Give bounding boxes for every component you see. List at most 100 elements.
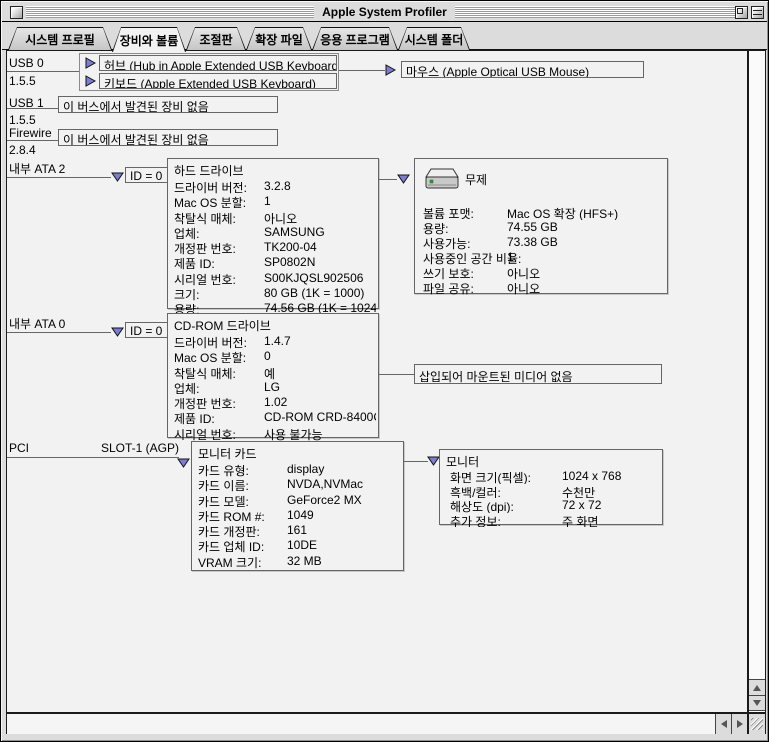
monitor-card-panel: 모니터 카드 카드 유형:display 카드 이름:NVDA,NVMac 카드… (191, 441, 404, 571)
monitor-panel: 모니터 화면 크기(픽셀):1024 x 768 흑백/컬러:수천만 해상도 (… (439, 449, 663, 525)
info-row: 크기:80 GB (1K = 1000) (174, 286, 376, 301)
info-row: Mac OS 분할:0 (174, 349, 376, 364)
title-bar[interactable]: Apple System Profiler (2, 2, 767, 22)
connector-line (7, 457, 179, 458)
arrow-right-icon (737, 720, 743, 728)
info-row: 시리얼 번호:S00KJQSL902506 (174, 271, 376, 286)
info-row: 화면 크기(픽셀):1024 x 768 (450, 469, 660, 484)
volume-name[interactable]: 무제 (465, 171, 487, 188)
resize-grip-icon (751, 718, 763, 730)
tab-extensions[interactable]: 확장 파일 (246, 27, 312, 50)
info-row: 사용가능:73.38 GB (423, 235, 665, 250)
zoom-icon (737, 8, 743, 14)
arrow-up-icon (753, 685, 761, 691)
disclosure-down-icon[interactable] (397, 174, 410, 184)
window-title: Apple System Profiler (314, 5, 455, 19)
info-row: 파일 공유:아니오 (423, 280, 665, 295)
disclosure-right-icon[interactable] (85, 57, 96, 69)
connector-line (7, 108, 58, 109)
info-row: 업체:LG (174, 380, 376, 395)
info-row: VRAM 크기:32 MB (198, 554, 401, 569)
tab-system-folders[interactable]: 시스템 폴더 (398, 27, 470, 50)
device-box-hub[interactable]: 허브 (Hub in Apple Extended USB Keyboard) (99, 55, 337, 71)
device-box-mouse[interactable]: 마우스 (Apple Optical USB Mouse) (401, 61, 644, 78)
bus-label-ata0: 내부 ATA 0 (9, 315, 65, 332)
scroll-right-button[interactable] (731, 714, 747, 734)
panel-title: CD-ROM 드라이브 (174, 317, 271, 334)
disclosure-right-icon[interactable] (385, 64, 396, 76)
info-row: 착탈식 매체:아니오 (174, 210, 376, 225)
tab-control-panels[interactable]: 조절판 (186, 27, 246, 50)
scroll-up-button[interactable] (749, 679, 765, 695)
no-media-box: 삽입되어 마운트된 미디어 없음 (414, 364, 662, 384)
info-row: 업체:SAMSUNG (174, 225, 376, 240)
info-row: 드라이버 버전:1.4.7 (174, 334, 376, 349)
tab-devices-volumes[interactable]: 장비와 볼륨 (112, 27, 186, 52)
usb0-device-group: 허브 (Hub in Apple Extended USB Keyboard) … (79, 53, 339, 91)
connector-line (7, 177, 111, 178)
panel-title: 모니터 (446, 453, 479, 470)
info-row: 쓰기 보호:아니오 (423, 265, 665, 280)
scroll-left-button[interactable] (715, 714, 731, 734)
tab-system-profile[interactable]: 시스템 프로필 (8, 27, 112, 50)
info-row: 해상도 (dpi):72 x 72 (450, 498, 660, 513)
panel-title: 모니터 카드 (198, 445, 257, 462)
usb1-empty-box: 이 버스에서 발견된 장비 없음 (58, 96, 278, 113)
info-row: 개정판 번호:1.02 (174, 395, 376, 410)
hard-disk-icon (423, 166, 461, 193)
info-row: 볼륨 포맷:Mac OS 확장 (HFS+) (423, 205, 665, 220)
info-row: 카드 유형:display (198, 462, 401, 477)
bus-label-pci: PCI (9, 441, 29, 455)
info-row: 제품 ID:SP0802N (174, 255, 376, 270)
hard-drive-panel: 하드 드라이브 드라이버 버전:3.2.8 Mac OS 분할:1 착탈식 매체… (167, 158, 379, 309)
info-row: 카드 업체 ID:10DE (198, 538, 401, 553)
titlebar-stripes (455, 6, 743, 18)
ata0-id-box: ID = 0 (125, 322, 170, 338)
horizontal-scrollbar[interactable] (6, 713, 748, 735)
bus-label-firewire: Firewire (9, 126, 52, 140)
bus-label-usb0: USB 0 (9, 56, 44, 70)
ata2-id-box: ID = 0 (125, 167, 170, 183)
info-row: 제품 ID:CD-ROM CRD-8400C (174, 410, 376, 425)
volume-panel: 무제 볼륨 포맷:Mac OS 확장 (HFS+) 용량:74.55 GB 사용… (414, 158, 668, 294)
info-row: 흑백/컬러:수천만 (450, 484, 660, 499)
info-row: 카드 개정판:161 (198, 523, 401, 538)
bus-version-usb1: 1.5.5 (9, 113, 36, 127)
window-resize-handle[interactable] (748, 713, 766, 735)
info-row: 용량:74.55 GB (423, 220, 665, 235)
info-row: Mac OS 분할:1 (174, 194, 376, 209)
arrow-down-icon (753, 700, 761, 706)
titlebar-stripes (26, 6, 314, 18)
scroll-down-button[interactable] (749, 695, 765, 711)
close-button[interactable] (10, 6, 23, 19)
disclosure-down-icon[interactable] (111, 172, 124, 182)
connector-line (379, 179, 397, 180)
disclosure-right-icon[interactable] (85, 75, 96, 87)
disclosure-down-icon[interactable] (111, 327, 124, 337)
connector-line (379, 374, 414, 375)
cdrom-drive-panel: CD-ROM 드라이브 드라이버 버전:1.4.7 Mac OS 분할:0 착탈… (167, 313, 379, 438)
bus-version-usb0: 1.5.5 (9, 74, 36, 88)
tab-applications[interactable]: 응용 프로그램 (312, 27, 398, 50)
info-row: 카드 ROM #:1049 (198, 508, 401, 523)
connector-line (404, 461, 428, 462)
pci-slot-label: SLOT-1 (AGP) (101, 441, 179, 455)
info-row: 시리얼 번호:사용 불가능 (174, 426, 376, 441)
window-frame (2, 734, 767, 740)
arrow-left-icon (721, 720, 727, 728)
collapse-button[interactable] (751, 6, 764, 19)
info-row: 착탈식 매체:예 (174, 365, 376, 380)
connector-line (7, 71, 79, 72)
device-box-keyboard[interactable]: 키보드 (Apple Extended USB Keyboard) (99, 73, 337, 89)
connector-line (7, 140, 58, 141)
connector-line (7, 332, 111, 333)
zoom-button[interactable] (735, 6, 748, 19)
panel-title: 하드 드라이브 (174, 162, 244, 179)
device-tree-view[interactable]: USB 0 1.5.5 허브 (Hub in Apple Extended US… (6, 50, 748, 713)
bus-version-firewire: 2.8.4 (9, 143, 36, 157)
info-row: 추가 정보:주 화면 (450, 513, 660, 528)
vertical-scrollbar[interactable] (748, 50, 766, 713)
apple-system-profiler-window: Apple System Profiler 시스템 프로필 장비와 볼륨 조절판… (0, 0, 769, 742)
tab-bar: 시스템 프로필 장비와 볼륨 조절판 확장 파일 응용 프로그램 시스템 폴더 (2, 23, 767, 50)
disclosure-down-icon[interactable] (177, 458, 190, 468)
